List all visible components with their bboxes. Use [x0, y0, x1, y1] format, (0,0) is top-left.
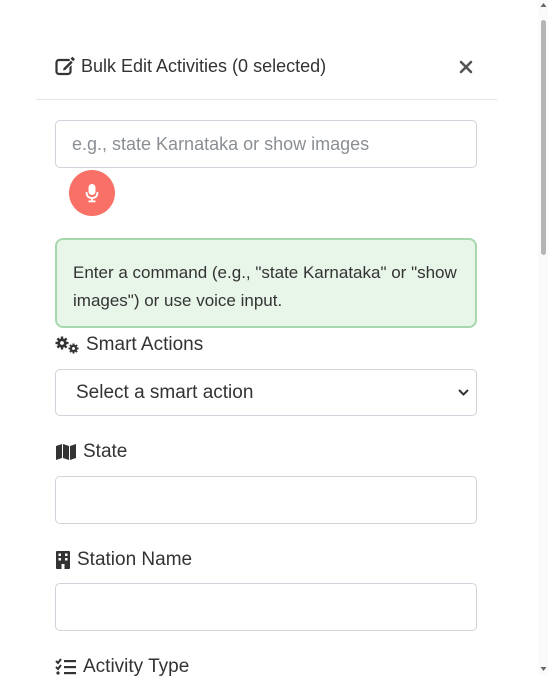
- scroll-up-icon[interactable]: [540, 2, 547, 8]
- close-icon: [459, 60, 473, 74]
- scrollbar-thumb[interactable]: [541, 20, 546, 255]
- smart-actions-label: Smart Actions: [55, 333, 203, 357]
- command-hint: Enter a command (e.g., "state Karnataka"…: [55, 238, 477, 328]
- state-label-text: State: [83, 441, 128, 462]
- state-label: State: [55, 440, 127, 464]
- microphone-icon: [85, 183, 99, 203]
- voice-input-button[interactable]: [69, 170, 115, 216]
- map-icon: [55, 443, 77, 461]
- scrollbar[interactable]: [538, 0, 548, 675]
- command-input[interactable]: [55, 120, 477, 168]
- smart-action-select[interactable]: Select a smart action: [55, 369, 477, 416]
- station-name-label-text: Station Name: [77, 549, 193, 570]
- building-icon: [55, 550, 71, 570]
- state-input[interactable]: [55, 476, 477, 524]
- cogs-icon: [55, 336, 80, 354]
- smart-actions-label-text: Smart Actions: [86, 334, 204, 355]
- list-check-icon: [55, 658, 77, 676]
- edit-icon: [55, 56, 75, 76]
- scroll-down-icon[interactable]: [540, 666, 547, 672]
- modal-title-text: Bulk Edit Activities (0 selected): [81, 55, 327, 76]
- bulk-edit-modal: Bulk Edit Activities (0 selected) Enter …: [36, 0, 497, 677]
- smart-action-selected: Select a smart action: [76, 381, 254, 403]
- chevron-down-icon: [457, 386, 470, 399]
- close-button[interactable]: [456, 57, 476, 77]
- activity-type-label: Activity Type: [55, 655, 189, 679]
- station-name-input[interactable]: [55, 583, 477, 631]
- station-name-label: Station Name: [55, 548, 192, 572]
- modal-title: Bulk Edit Activities (0 selected): [55, 54, 326, 78]
- modal-header: Bulk Edit Activities (0 selected): [36, 0, 497, 100]
